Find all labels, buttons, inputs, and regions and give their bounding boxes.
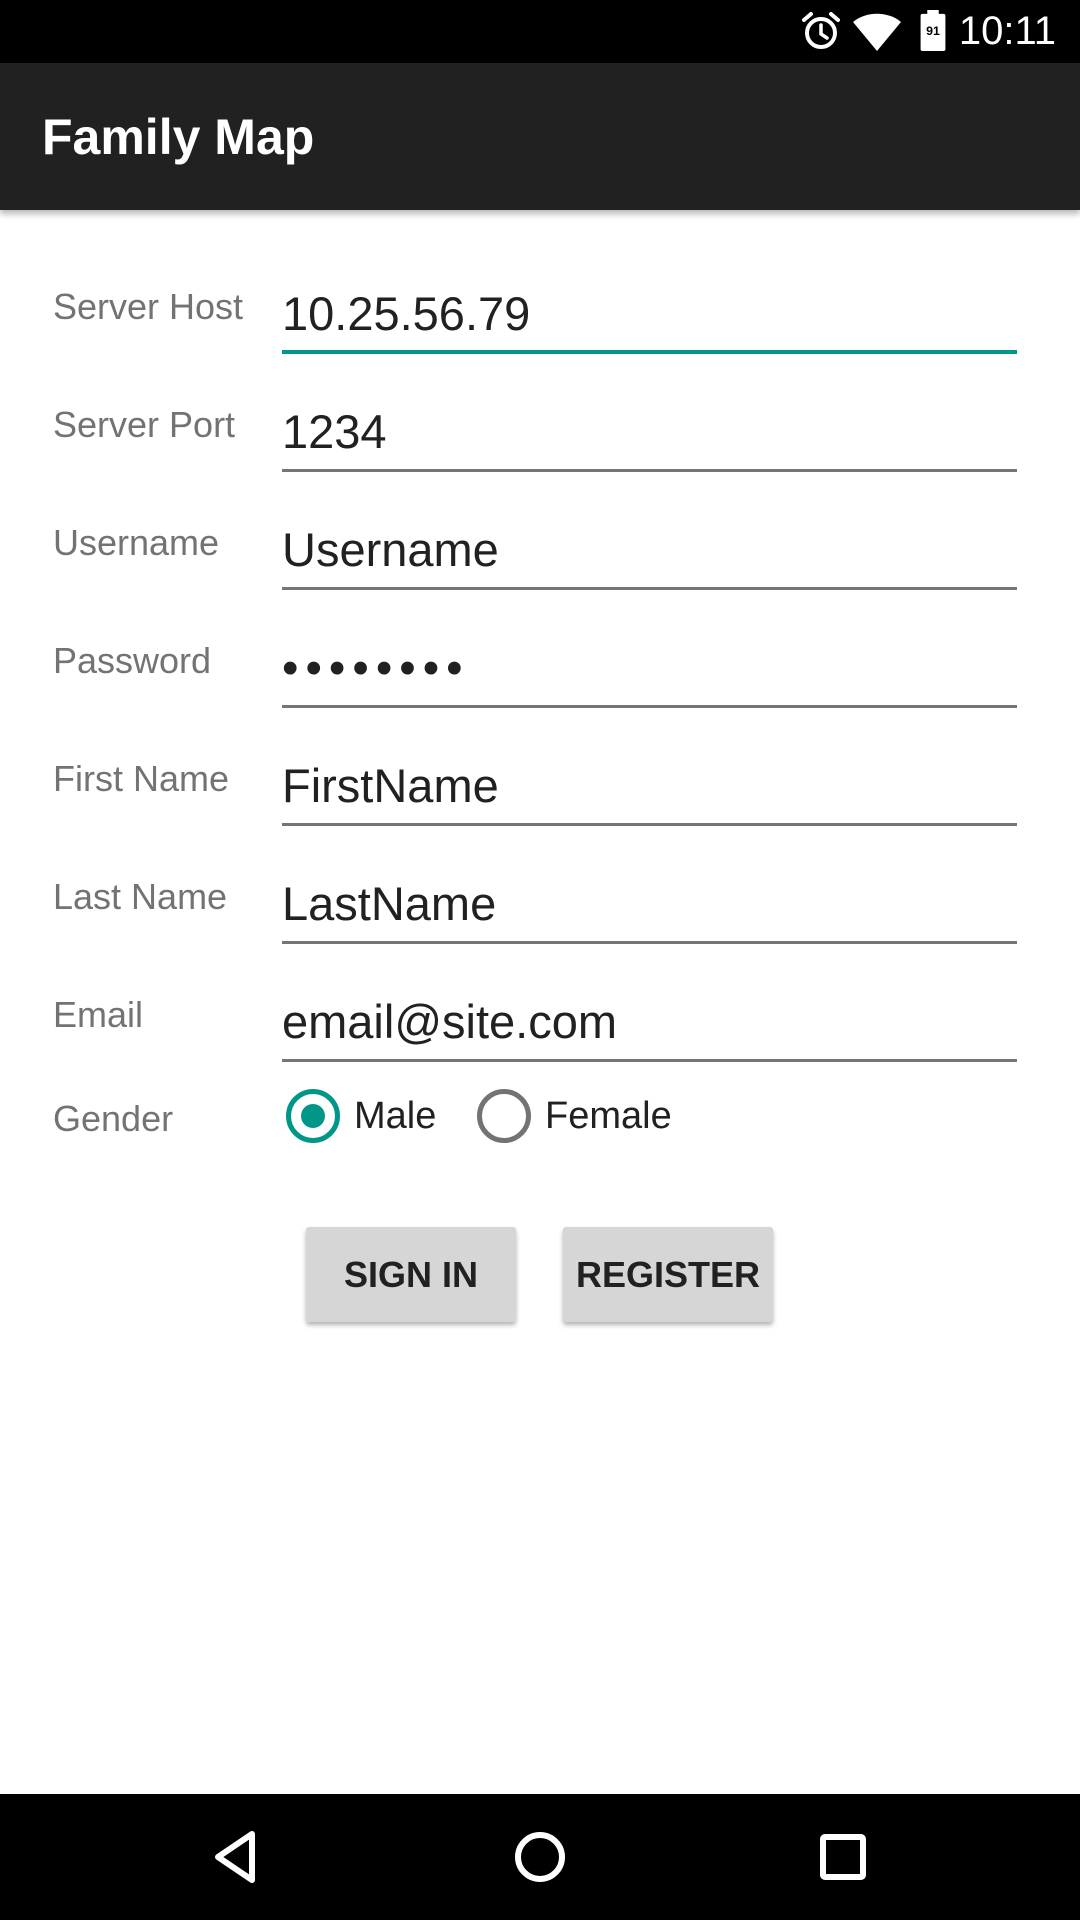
gender-row: Gender Male Female [0, 1080, 1080, 1160]
password-input[interactable] [282, 604, 1017, 708]
first-name-label: First Name [53, 758, 230, 799]
server-port-label: Server Port [53, 404, 236, 445]
server-port-input[interactable] [282, 368, 1017, 472]
register-button[interactable]: REGISTER [563, 1227, 773, 1322]
email-input[interactable] [282, 958, 1017, 1062]
app-title: Family Map [42, 109, 315, 165]
battery-icon: 91 [920, 10, 946, 52]
battery-level-text: 91 [926, 24, 940, 38]
radio-unchecked-icon [477, 1089, 531, 1143]
password-label: Password [53, 640, 212, 681]
radio-dot [301, 1104, 325, 1128]
back-icon[interactable] [200, 1822, 270, 1892]
gender-label: Gender [53, 1098, 174, 1139]
email-row: Email [0, 958, 1080, 1076]
screen: 91 10:11 Family Map Server Host Server P… [0, 0, 1080, 1920]
app-bar: Family Map [0, 63, 1080, 210]
navigation-bar [0, 1794, 1080, 1920]
status-bar: 91 10:11 [0, 0, 1080, 63]
email-label: Email [53, 994, 144, 1035]
recents-icon[interactable] [808, 1822, 878, 1892]
gender-female-radio[interactable]: Female [477, 1086, 697, 1146]
username-label: Username [53, 522, 220, 563]
alarm-icon [802, 12, 840, 49]
gender-male-radio[interactable]: Male [286, 1086, 456, 1146]
first-name-row: First Name [0, 722, 1080, 840]
username-input[interactable] [282, 486, 1017, 590]
server-host-input[interactable] [282, 250, 1017, 354]
sign-in-button[interactable]: SIGN IN [306, 1227, 516, 1322]
last-name-row: Last Name [0, 840, 1080, 958]
password-row: Password [0, 604, 1080, 722]
server-host-row: Server Host [0, 250, 1080, 368]
last-name-label: Last Name [53, 876, 228, 917]
home-icon[interactable] [505, 1822, 575, 1892]
wifi-icon [853, 13, 901, 51]
gender-male-label: Male [354, 1095, 437, 1137]
username-row: Username [0, 486, 1080, 604]
server-host-label: Server Host [53, 286, 244, 327]
last-name-input[interactable] [282, 840, 1017, 944]
gender-female-label: Female [545, 1095, 672, 1137]
server-port-row: Server Port [0, 368, 1080, 486]
first-name-input[interactable] [282, 722, 1017, 826]
radio-checked-icon [286, 1089, 340, 1143]
status-time: 10:11 [958, 9, 1056, 53]
